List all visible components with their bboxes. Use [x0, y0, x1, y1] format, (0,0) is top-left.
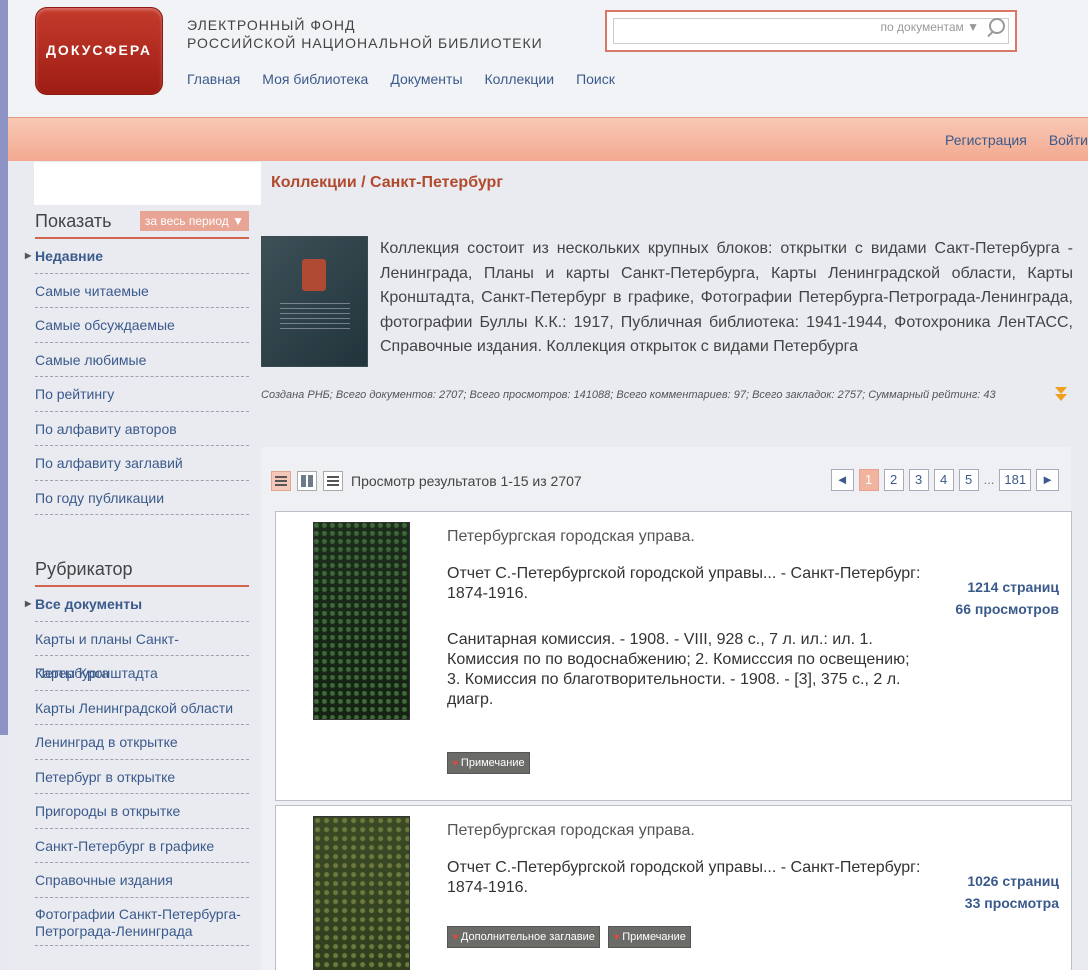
show-list: Недавние Самые читаемые Самые обсуждаемы… — [25, 239, 249, 515]
result-thumbnail[interactable] — [313, 816, 410, 970]
view-list-thumbs-button[interactable] — [271, 471, 291, 491]
rubricator-heading: Рубрикатор — [35, 553, 249, 587]
result-views: 66 просмотров — [955, 601, 1059, 617]
collection-cover — [261, 236, 368, 367]
results-toolbar: Просмотр результатов 1-15 из 2707 — [271, 469, 582, 493]
results-summary: Просмотр результатов 1-15 из 2707 — [351, 473, 582, 489]
site-title: ЭЛЕКТРОННЫЙ ФОНД РОССИЙСКОЙ НАЦИОНАЛЬНОЙ… — [187, 16, 543, 52]
note-tag-button[interactable]: Примечание — [608, 926, 691, 948]
sidebar-item-most-read[interactable]: Самые читаемые — [35, 274, 249, 308]
view-grid-button[interactable] — [297, 471, 317, 491]
sidebar-item-most-loved[interactable]: Самые любимые — [35, 343, 249, 377]
login-link[interactable]: Войти — [1049, 132, 1088, 148]
pager-page-1[interactable]: 1 — [858, 469, 879, 491]
pager-page-4[interactable]: 4 — [933, 469, 954, 491]
site-header: ДОКУСФЕРА ЭЛЕКТРОННЫЙ ФОНД РОССИЙСКОЙ НА… — [8, 0, 1088, 117]
pagination: ◄ 1 2 3 4 5 ... 181 ► — [830, 469, 1059, 491]
grid-icon — [301, 475, 313, 487]
nav-home[interactable]: Главная — [187, 71, 240, 87]
pager-prev-button[interactable]: ◄ — [830, 469, 854, 491]
register-link[interactable]: Регистрация — [945, 132, 1027, 148]
show-heading: Показать за весь период ▼ — [35, 205, 249, 239]
result-pages: 1026 страниц — [967, 873, 1059, 889]
result-line1: Отчет С.-Петербургской городской управы.… — [447, 565, 921, 602]
cover-emblem — [302, 259, 326, 291]
rubric-item-maps-lenobl[interactable]: Карты Ленинградской области — [35, 691, 249, 725]
nav-my-library[interactable]: Моя библиотека — [262, 71, 368, 87]
sidebar: Показать за весь период ▼ Недавние Самые… — [25, 205, 249, 946]
auth-links: Регистрация Войти — [945, 132, 1088, 148]
rubric-item-maps-spb[interactable]: Карты и планы Санкт-Петербурга — [35, 622, 249, 681]
list-thumbs-icon — [275, 476, 287, 486]
nav-search[interactable]: Поиск — [576, 71, 615, 87]
auth-bar: Регистрация Войти — [8, 117, 1088, 161]
result-title[interactable]: Петербургская городская управа. — [447, 822, 695, 840]
page: ДОКУСФЕРА ЭЛЕКТРОННЫЙ ФОНД РОССИЙСКОЙ НА… — [8, 0, 1088, 970]
sidebar-item-by-year[interactable]: По году публикации — [35, 481, 249, 515]
result-tags: Дополнительное заглавие Примечание — [447, 926, 695, 948]
result-card: Петербургская городская управа. Отчет С.… — [275, 805, 1072, 970]
site-title-line1: ЭЛЕКТРОННЫЙ ФОНД — [187, 17, 356, 33]
result-title[interactable]: Петербургская городская управа. — [447, 528, 695, 546]
nav-collections[interactable]: Коллекции — [485, 71, 555, 87]
cover-lines — [280, 303, 350, 333]
sidebar-header-block — [34, 162, 261, 205]
note-tag-button[interactable]: Примечание — [447, 752, 530, 774]
window-frame-left — [0, 0, 8, 735]
show-label: Показать — [35, 211, 112, 231]
logo-text: ДОКУСФЕРА — [45, 42, 153, 58]
pager-page-last[interactable]: 181 — [999, 469, 1032, 491]
sidebar-item-by-rating[interactable]: По рейтингу — [35, 377, 249, 412]
sidebar-item-most-discussed[interactable]: Самые обсуждаемые — [35, 308, 249, 343]
pager-next-button[interactable]: ► — [1036, 469, 1059, 491]
result-line2: Санитарная комиссия. - 1908. - VIII, 928… — [447, 631, 910, 708]
nav-documents[interactable]: Документы — [390, 71, 462, 87]
sidebar-item-recent[interactable]: Недавние — [25, 239, 249, 274]
result-card: Петербургская городская управа. Отчет С.… — [275, 511, 1072, 801]
rubric-item-spb-graphics[interactable]: Санкт-Петербург в графике — [35, 829, 249, 863]
search-box: по документам ▼ — [605, 10, 1017, 52]
pager-page-2[interactable]: 2 — [883, 469, 904, 491]
alt-title-tag-button[interactable]: Дополнительное заглавие — [447, 926, 600, 948]
rubric-item-suburbs-postcards[interactable]: Пригороды в открытке — [35, 794, 249, 829]
pager-page-3[interactable]: 3 — [908, 469, 929, 491]
rubric-list: Все документы Карты и планы Санкт-Петерб… — [25, 587, 249, 946]
results-panel: Просмотр результатов 1-15 из 2707 ◄ 1 2 … — [261, 447, 1072, 970]
list-icon — [327, 476, 339, 486]
period-dropdown[interactable]: за весь период ▼ — [139, 211, 249, 231]
pager-ellipsis: ... — [983, 472, 995, 487]
site-logo[interactable]: ДОКУСФЕРА — [35, 7, 163, 95]
search-icon[interactable] — [989, 18, 1005, 34]
rubric-item-all[interactable]: Все документы — [25, 587, 249, 622]
rubric-item-petersburg-postcards[interactable]: Петербург в открытке — [35, 760, 249, 794]
breadcrumb: Коллекции / Санкт-Петербург — [271, 174, 503, 191]
rubric-item-photos[interactable]: Фотографии Санкт-Петербурга-Петрограда-Л… — [35, 898, 249, 946]
rubric-item-leningrad-postcards[interactable]: Ленинград в открытке — [35, 725, 249, 760]
collection-stats: Создана РНБ; Всего документов: 2707; Все… — [261, 389, 996, 401]
site-title-line2: РОССИЙСКОЙ НАЦИОНАЛЬНОЙ БИБЛИОТЕКИ — [187, 35, 543, 51]
result-pages: 1214 страниц — [967, 579, 1059, 595]
top-nav: Главная Моя библиотека Документы Коллекц… — [187, 71, 615, 87]
rubric-item-maps-kronstadt[interactable]: Карты Кронштадта — [35, 656, 249, 691]
result-meta: 1214 страниц 66 просмотров — [955, 576, 1059, 620]
result-meta: 1026 страниц 33 просмотра — [965, 870, 1059, 914]
rubricator-label: Рубрикатор — [35, 559, 133, 579]
result-tags: Примечание — [447, 752, 534, 774]
rubric-item-reference[interactable]: Справочные издания — [35, 863, 249, 898]
result-thumbnail[interactable] — [313, 522, 410, 720]
collection-description: Коллекция состоит из нескольких крупных … — [380, 240, 1073, 355]
sidebar-item-by-title[interactable]: По алфавиту заглавий — [35, 446, 249, 481]
result-line1: Отчет С.-Петербургской городской управы.… — [447, 859, 921, 896]
pager-page-5[interactable]: 5 — [958, 469, 979, 491]
expand-double-chevron-icon[interactable] — [1055, 387, 1067, 403]
sidebar-item-by-author[interactable]: По алфавиту авторов — [35, 412, 249, 446]
search-scope-dropdown[interactable]: по документам ▼ — [881, 20, 979, 34]
result-views: 33 просмотра — [964, 895, 1059, 911]
view-list-button[interactable] — [323, 471, 343, 491]
